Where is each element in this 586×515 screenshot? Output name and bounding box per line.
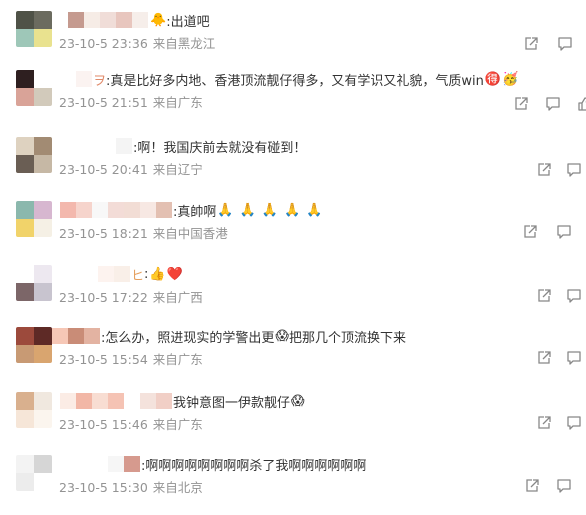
- comment-location: 来自辽宁: [152, 162, 203, 177]
- comment-location: 来自中国香港: [152, 226, 228, 241]
- emoji: 🙏: [283, 202, 301, 218]
- comment-text: :出道吧: [166, 14, 210, 30]
- like-icon[interactable]: [577, 96, 586, 112]
- username-blurred[interactable]: [100, 138, 132, 154]
- comment-meta: 23-10-5 15:30 来自北京: [59, 477, 203, 496]
- comment-location: 来自广西: [152, 290, 203, 305]
- comment-text: :啊！我国庆前去就没有碰到！: [133, 140, 307, 156]
- comment-time: 23-10-5 21:51: [59, 95, 148, 110]
- comment-line: :啊！我国庆前去就没有碰到！: [60, 137, 307, 156]
- comment-icon[interactable]: [566, 288, 582, 304]
- share-icon[interactable]: [536, 415, 552, 431]
- comment-time: 23-10-5 20:41: [59, 162, 148, 177]
- comment-item: :真帥啊 🙏 🙏 🙏 🙏 🙏 23-10-5 18:21 来自中国香港: [0, 199, 586, 261]
- comment-meta: 23-10-5 17:22 来自广西: [59, 287, 203, 306]
- share-icon[interactable]: [513, 96, 529, 112]
- comment-text: :真帥啊: [173, 204, 217, 220]
- share-icon[interactable]: [536, 350, 552, 366]
- avatar[interactable]: [16, 455, 52, 491]
- comment-icon[interactable]: [556, 478, 572, 494]
- avatar[interactable]: [16, 327, 52, 363]
- comment-item: :怎么办，照进现实的学警出更 😱 把那几个顶流换下来 23-10-5 15:54…: [0, 325, 586, 387]
- comment-item: :啊啊啊啊啊啊啊啊杀了我啊啊啊啊啊啊 23-10-5 15:30 来自北京: [0, 453, 586, 515]
- emoji: 🙏: [217, 202, 234, 218]
- comment-text: :怎么办，照进现实的学警出更: [101, 330, 275, 346]
- username-suffix: ヲ: [93, 73, 107, 89]
- comment-line: :啊啊啊啊啊啊啊啊杀了我啊啊啊啊啊啊: [60, 455, 367, 474]
- emoji: 🐥: [150, 12, 167, 28]
- comment-location: 来自广东: [152, 352, 203, 367]
- comment-location: 来自广东: [152, 95, 203, 110]
- comment-item: 🐥 :出道吧 23-10-5 23:36 来自黑龙江: [0, 9, 586, 71]
- username-blurred[interactable]: [52, 328, 100, 344]
- comment-item: 我钟意图一伊款靓仔 😱 23-10-5 15:46 来自广东: [0, 390, 586, 452]
- username-blurred[interactable]: [92, 456, 140, 472]
- avatar[interactable]: [16, 70, 52, 106]
- username-suffix: ヒ: [131, 268, 145, 284]
- emoji: 🙏: [239, 202, 256, 218]
- comment-meta: 23-10-5 15:46 来自广东: [59, 414, 203, 433]
- avatar[interactable]: [16, 392, 52, 428]
- comment-line: ヒ : 👍 ❤️: [60, 265, 183, 284]
- comment-meta: 23-10-5 21:51 来自广东: [59, 92, 203, 111]
- avatar[interactable]: [16, 265, 52, 301]
- comment-icon[interactable]: [566, 350, 582, 366]
- emoji: 🉐: [484, 71, 502, 87]
- share-icon[interactable]: [536, 162, 552, 178]
- comment-text: :真是比好多内地、香港顶流靓仔得多，又有学识又礼貌，气质win: [106, 73, 484, 89]
- comment-meta: 23-10-5 18:21 来自中国香港: [59, 223, 228, 242]
- comment-time: 23-10-5 15:30: [59, 480, 148, 495]
- share-icon[interactable]: [522, 224, 538, 240]
- username-blurred[interactable]: [68, 12, 148, 28]
- comment-time: 23-10-5 15:46: [59, 417, 148, 432]
- username-blurred[interactable]: [60, 71, 92, 87]
- comment-line: :怎么办，照进现实的学警出更 😱 把那几个顶流换下来: [52, 327, 406, 346]
- username-blurred[interactable]: [82, 266, 130, 282]
- emoji: 🙏: [261, 202, 278, 218]
- comment-item: ヲ :真是比好多内地、香港顶流靓仔得多，又有学识又礼貌，气质win 🉐 🥳 23…: [0, 68, 586, 130]
- emoji: ❤️: [166, 266, 183, 282]
- comment-line: :真帥啊 🙏 🙏 🙏 🙏 🙏: [60, 201, 323, 220]
- comment-time: 23-10-5 15:54: [59, 352, 148, 367]
- comment-icon[interactable]: [557, 36, 573, 52]
- comment-location: 来自北京: [152, 480, 203, 495]
- comment-item: :啊！我国庆前去就没有碰到！ 23-10-5 20:41 来自辽宁: [0, 135, 586, 197]
- comment-line: ヲ :真是比好多内地、香港顶流靓仔得多，又有学识又礼貌，气质win 🉐 🥳: [60, 70, 519, 89]
- comment-meta: 23-10-5 23:36 来自黑龙江: [59, 33, 215, 52]
- comment-icon[interactable]: [556, 224, 572, 240]
- comment-time: 23-10-5 17:22: [59, 290, 148, 305]
- share-icon[interactable]: [536, 288, 552, 304]
- comment-line: 🐥 :出道吧: [60, 11, 210, 30]
- comment-meta: 23-10-5 20:41 来自辽宁: [59, 159, 203, 178]
- emoji: 😱: [275, 328, 289, 344]
- emoji: 👍: [149, 266, 166, 282]
- share-icon[interactable]: [523, 36, 539, 52]
- comment-meta: 23-10-5 15:54 来自广东: [59, 349, 203, 368]
- comment-item: ヒ : 👍 ❤️ 23-10-5 17:22 来自广西: [0, 263, 586, 325]
- avatar[interactable]: [16, 137, 52, 173]
- comment-text: :啊啊啊啊啊啊啊啊杀了我啊啊啊啊啊啊: [141, 458, 367, 474]
- comment-line: 我钟意图一伊款靓仔 😱: [60, 392, 305, 411]
- avatar[interactable]: [16, 11, 52, 47]
- share-icon[interactable]: [524, 478, 540, 494]
- comment-icon[interactable]: [566, 162, 582, 178]
- comment-location: 来自黑龙江: [152, 36, 216, 51]
- comment-text: 我钟意图一伊款靓仔: [173, 395, 291, 411]
- comment-text: :: [144, 266, 149, 282]
- emoji: 🥳: [502, 71, 519, 87]
- comment-icon[interactable]: [566, 415, 582, 431]
- emoji: 😱: [291, 393, 305, 409]
- emoji: 🙏: [306, 202, 323, 218]
- username-blurred[interactable]: [60, 202, 172, 218]
- comment-time: 23-10-5 23:36: [59, 36, 148, 51]
- avatar[interactable]: [16, 201, 52, 237]
- comment-location: 来自广东: [152, 417, 203, 432]
- comment-icon[interactable]: [545, 96, 561, 112]
- username-blurred[interactable]: [60, 393, 172, 409]
- comment-text-continued: 把那几个顶流换下来: [288, 330, 406, 346]
- comment-time: 23-10-5 18:21: [59, 226, 148, 241]
